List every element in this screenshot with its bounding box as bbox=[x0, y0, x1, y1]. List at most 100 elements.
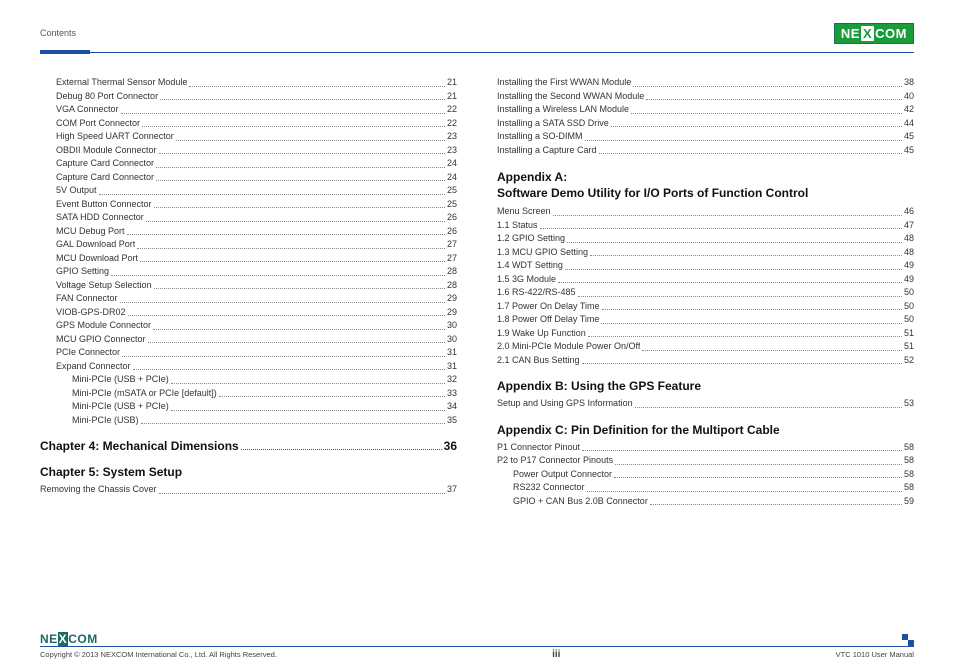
appendix-c-heading[interactable]: Appendix C: Pin Definition for the Multi… bbox=[497, 423, 914, 437]
toc-entry[interactable]: 1.3 MCU GPIO Setting48 bbox=[497, 246, 914, 260]
appendix-a-line1: Appendix A: bbox=[497, 169, 914, 185]
toc-entry[interactable]: COM Port Connector22 bbox=[40, 117, 457, 131]
toc-entry[interactable]: P2 to P17 Connector Pinouts 58 bbox=[497, 454, 914, 468]
chapter-5-heading[interactable]: Chapter 5: System Setup bbox=[40, 465, 457, 479]
toc-entry[interactable]: GPIO Setting28 bbox=[40, 265, 457, 279]
toc-leader-dots bbox=[176, 130, 445, 141]
toc-entry[interactable]: Power Output Connector58 bbox=[497, 468, 914, 482]
toc-entry-label: P2 to P17 Connector Pinouts bbox=[497, 454, 613, 468]
toc-leader-dots bbox=[127, 225, 445, 236]
toc-entry-label: COM Port Connector bbox=[56, 117, 140, 131]
toc-entry[interactable]: Capture Card Connector24 bbox=[40, 157, 457, 171]
toc-entry[interactable]: 1.2 GPIO Setting48 bbox=[497, 232, 914, 246]
toc-entry[interactable]: GAL Download Port27 bbox=[40, 238, 457, 252]
toc-entry[interactable]: PCIe Connector31 bbox=[40, 346, 457, 360]
toc-entry[interactable]: 1.6 RS-422/RS-48550 bbox=[497, 286, 914, 300]
toc-entry-page: 31 bbox=[447, 360, 457, 374]
toc-entry[interactable]: 1.8 Power Off Delay Time50 bbox=[497, 313, 914, 327]
toc-entry[interactable]: FAN Connector 29 bbox=[40, 292, 457, 306]
toc-entry-label: Installing a SO-DIMM bbox=[497, 130, 583, 144]
toc-entry[interactable]: External Thermal Sensor Module21 bbox=[40, 76, 457, 90]
toc-entry-label: Installing the First WWAN Module bbox=[497, 76, 631, 90]
toc-entry[interactable]: 2.0 Mini-PCIe Module Power On/Off51 bbox=[497, 340, 914, 354]
toc-entry[interactable]: 2.1 CAN Bus Setting52 bbox=[497, 354, 914, 368]
toc-leader-dots bbox=[153, 319, 445, 330]
toc-entry-page: 58 bbox=[904, 468, 914, 482]
toc-entry[interactable]: Event Button Connector25 bbox=[40, 198, 457, 212]
toc-leader-dots bbox=[140, 252, 445, 263]
toc-entry[interactable]: Mini-PCIe (mSATA or PCIe [default])33 bbox=[40, 387, 457, 401]
toc-entry[interactable]: MCU Debug Port26 bbox=[40, 225, 457, 239]
toc-leader-dots bbox=[567, 232, 902, 243]
toc-leader-dots bbox=[590, 246, 902, 257]
toc-entry-label: FAN Connector bbox=[56, 292, 118, 306]
toc-entry[interactable]: SATA HDD Connector26 bbox=[40, 211, 457, 225]
toc-entry[interactable]: 1.7 Power On Delay Time50 bbox=[497, 300, 914, 314]
toc-entry-label: 2.0 Mini-PCIe Module Power On/Off bbox=[497, 340, 640, 354]
toc-leader-dots bbox=[558, 273, 902, 284]
toc-leader-dots bbox=[588, 327, 902, 338]
footer-copyright: Copyright © 2013 NEXCOM International Co… bbox=[40, 650, 277, 659]
toc-entry-label: Capture Card Connector bbox=[56, 171, 154, 185]
toc-entry-page: 24 bbox=[447, 157, 457, 171]
toc-entry[interactable]: Debug 80 Port Connector21 bbox=[40, 90, 457, 104]
toc-entry[interactable]: 1.9 Wake Up Function51 bbox=[497, 327, 914, 341]
toc-entry[interactable]: Expand Connector31 bbox=[40, 360, 457, 374]
toc-entry-page: 26 bbox=[447, 225, 457, 239]
toc-leader-dots bbox=[154, 198, 445, 209]
toc-entry-page: 45 bbox=[904, 130, 914, 144]
toc-entry[interactable]: Mini-PCIe (USB)35 bbox=[40, 414, 457, 428]
appendix-a-heading[interactable]: Appendix A: Software Demo Utility for I/… bbox=[497, 169, 914, 201]
toc-right-column: Installing the First WWAN Module38Instal… bbox=[497, 76, 914, 508]
toc-entry[interactable]: Mini-PCIe (USB + PCIe)32 bbox=[40, 373, 457, 387]
toc-entry[interactable]: High Speed UART Connector23 bbox=[40, 130, 457, 144]
toc-entry[interactable]: Setup and Using GPS Information53 bbox=[497, 397, 914, 411]
toc-entry[interactable]: 5V Output25 bbox=[40, 184, 457, 198]
toc-leader-dots bbox=[128, 306, 445, 317]
toc-entry[interactable]: GPIO + CAN Bus 2.0B Connector59 bbox=[497, 495, 914, 509]
toc-entry[interactable]: OBDII Module Connector23 bbox=[40, 144, 457, 158]
corner-mark-icon bbox=[902, 634, 914, 646]
toc-left-column: External Thermal Sensor Module21Debug 80… bbox=[40, 76, 457, 508]
appendix-b-heading[interactable]: Appendix B: Using the GPS Feature bbox=[497, 379, 914, 393]
toc-entry[interactable]: GPS Module Connector30 bbox=[40, 319, 457, 333]
toc-entry[interactable]: Capture Card Connector24 bbox=[40, 171, 457, 185]
toc-leader-dots bbox=[540, 219, 902, 230]
toc-entry-page: 48 bbox=[904, 232, 914, 246]
toc-entry[interactable]: Menu Screen46 bbox=[497, 205, 914, 219]
toc-entry[interactable]: 1.5 3G Module49 bbox=[497, 273, 914, 287]
toc-entry-page: 58 bbox=[904, 454, 914, 468]
toc-entry[interactable]: RS232 Connector58 bbox=[497, 481, 914, 495]
toc-entry[interactable]: VIOB-GPS-DR0229 bbox=[40, 306, 457, 320]
toc-entry-label: 1.8 Power Off Delay Time bbox=[497, 313, 599, 327]
toc-entry-page: 49 bbox=[904, 259, 914, 273]
toc-entry-label: 1.4 WDT Setting bbox=[497, 259, 563, 273]
toc-entry-label: 2.1 CAN Bus Setting bbox=[497, 354, 580, 368]
toc-leader-dots bbox=[156, 157, 445, 168]
chapter-4-heading[interactable]: Chapter 4: Mechanical Dimensions 36 bbox=[40, 439, 457, 453]
toc-entry[interactable]: Installing a SATA SSD Drive44 bbox=[497, 117, 914, 131]
toc-leader-dots bbox=[599, 144, 902, 155]
toc-entry[interactable]: Installing the Second WWAN Module40 bbox=[497, 90, 914, 104]
toc-entry[interactable]: MCU Download Port27 bbox=[40, 252, 457, 266]
toc-entry[interactable]: Installing the First WWAN Module38 bbox=[497, 76, 914, 90]
toc-entry[interactable]: MCU GPIO Connector30 bbox=[40, 333, 457, 347]
toc-entry-label: Setup and Using GPS Information bbox=[497, 397, 633, 411]
toc-entry-label: VGA Connector bbox=[56, 103, 119, 117]
toc-entry[interactable]: Voltage Setup Selection28 bbox=[40, 279, 457, 293]
toc-entry[interactable]: Installing a SO-DIMM 45 bbox=[497, 130, 914, 144]
toc-entry[interactable]: P1 Connector Pinout58 bbox=[497, 441, 914, 455]
toc-entry-page: 28 bbox=[447, 279, 457, 293]
toc-leader-dots bbox=[189, 76, 445, 87]
toc-entry-label: Removing the Chassis Cover bbox=[40, 483, 157, 497]
toc-entry[interactable]: Installing a Wireless LAN Module42 bbox=[497, 103, 914, 117]
toc-entry[interactable]: 1.1 Status47 bbox=[497, 219, 914, 233]
toc-entry[interactable]: Removing the Chassis Cover37 bbox=[40, 483, 457, 497]
toc-entry[interactable]: 1.4 WDT Setting 49 bbox=[497, 259, 914, 273]
toc-entry[interactable]: Mini-PCIe (USB + PCIe)34 bbox=[40, 400, 457, 414]
toc-entry-label: 1.9 Wake Up Function bbox=[497, 327, 586, 341]
toc-entry[interactable]: VGA Connector22 bbox=[40, 103, 457, 117]
toc-entry-label: High Speed UART Connector bbox=[56, 130, 174, 144]
toc-entry[interactable]: Installing a Capture Card45 bbox=[497, 144, 914, 158]
toc-entry-page: 29 bbox=[447, 292, 457, 306]
